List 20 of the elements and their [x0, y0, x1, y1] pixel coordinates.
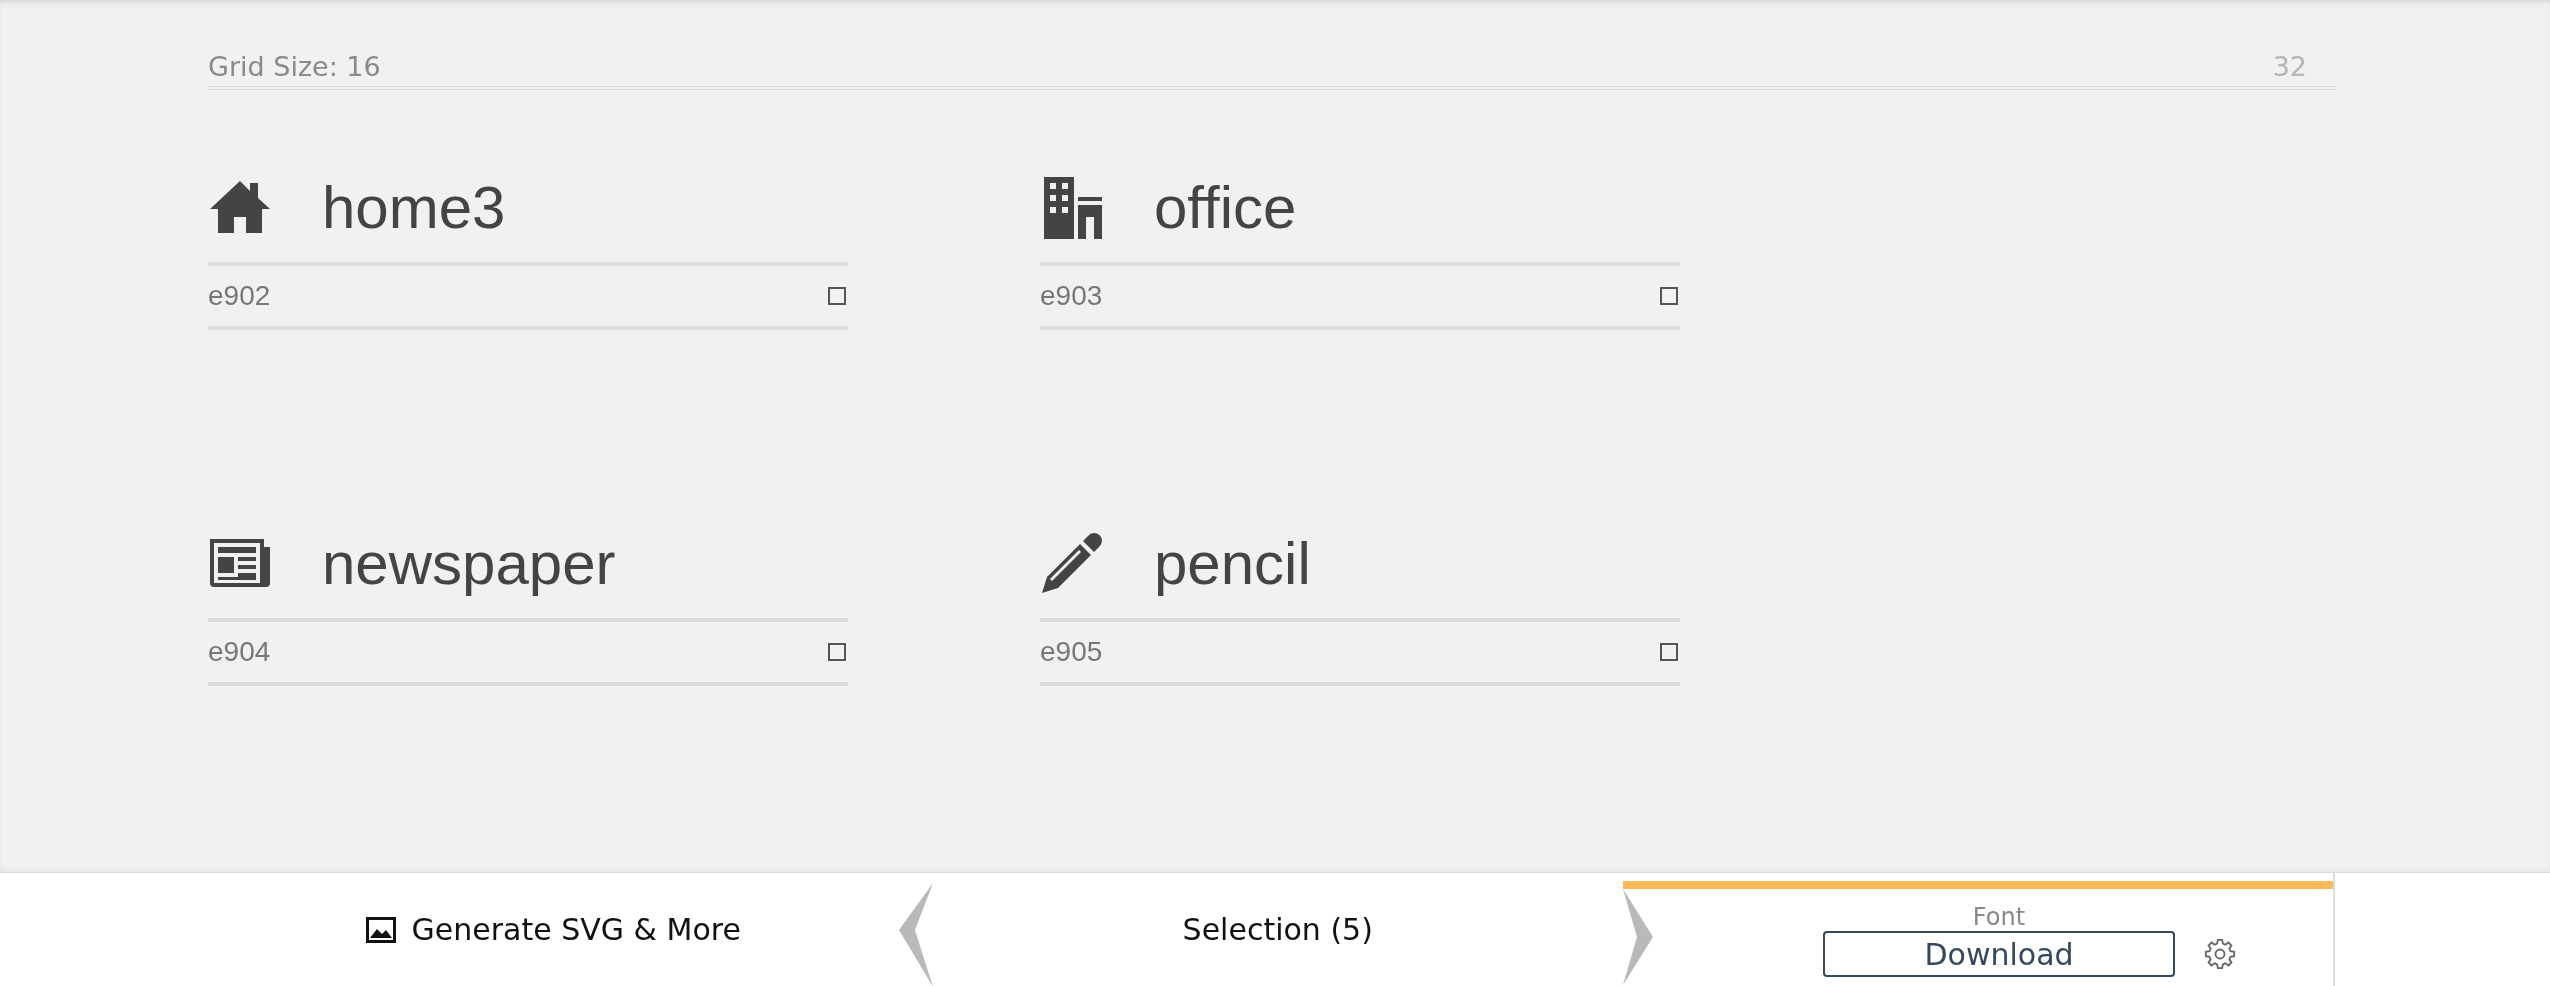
glyph-name: office — [1154, 172, 1297, 242]
glyph-code: e903 — [1040, 280, 1103, 312]
selection-tab[interactable]: Selection (5) — [1182, 912, 1373, 947]
generate-button[interactable]: Generate SVG & More — [359, 911, 747, 948]
checkbox[interactable] — [828, 643, 846, 661]
font-label: Font — [1972, 903, 2026, 931]
checkbox[interactable] — [1660, 643, 1678, 661]
download-button[interactable]: Download — [1823, 931, 2175, 977]
glyph-code: e905 — [1040, 636, 1103, 668]
chevron-icon — [1623, 889, 1653, 985]
glyph-name: pencil — [1154, 528, 1311, 598]
glyph-code: e904 — [208, 636, 271, 668]
glyph-name: home3 — [322, 172, 506, 242]
glyph-name: newspaper — [322, 528, 616, 598]
glyph-code: e902 — [208, 280, 271, 312]
image-icon — [365, 916, 396, 943]
checkbox[interactable] — [1660, 287, 1678, 305]
pencil-icon — [1040, 531, 1104, 595]
checkbox[interactable] — [828, 287, 846, 305]
settings-icon[interactable] — [2203, 937, 2237, 971]
